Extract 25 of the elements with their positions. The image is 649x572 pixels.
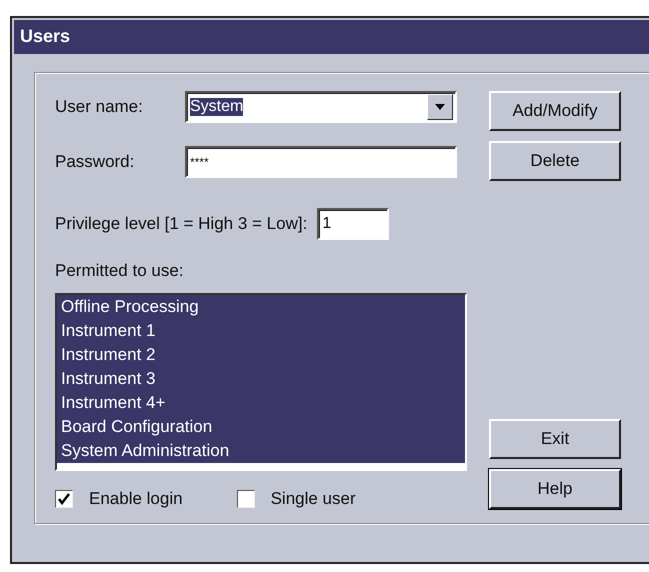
list-item[interactable]: Instrument 2 xyxy=(57,342,465,367)
permitted-listbox[interactable]: Offline Processing Instrument 1 Instrument 2 Instrument 3 Instrument 4+ Board Configuration System Administration xyxy=(55,292,467,471)
dialog-button[interactable]: Delete xyxy=(489,141,621,181)
privilege-field[interactable]: 1 xyxy=(317,208,390,240)
checkbox-label: Single user xyxy=(270,489,356,509)
dialog-button[interactable]: Help xyxy=(489,469,621,509)
list-item[interactable]: Instrument 3 xyxy=(57,366,465,391)
list-item[interactable]: Instrument 1 xyxy=(57,318,465,343)
combo-value: System xyxy=(190,98,244,116)
window-title: Users xyxy=(14,20,649,54)
password-field[interactable]: **** xyxy=(185,146,457,178)
checkbox[interactable] xyxy=(236,490,255,508)
list-item[interactable]: Instrument 4+ xyxy=(57,390,465,415)
checkbox[interactable] xyxy=(55,490,73,508)
list-item[interactable]: System Administration xyxy=(57,438,465,463)
field-label: User name: xyxy=(55,97,144,118)
dialog-button[interactable]: Exit xyxy=(489,419,621,459)
field-label: Privilege level [1 = High 3 = Low]: xyxy=(55,214,308,234)
dialog-button[interactable]: Add/Modify xyxy=(489,91,621,131)
list-label: Permitted to use: xyxy=(55,260,185,281)
checkbox-label: Enable login xyxy=(89,489,183,509)
list-item[interactable]: Offline Processing xyxy=(57,294,465,319)
user-name-combo[interactable]: System xyxy=(185,91,457,124)
list-item[interactable]: Board Configuration xyxy=(57,414,465,439)
field-label: Password: xyxy=(55,152,136,172)
